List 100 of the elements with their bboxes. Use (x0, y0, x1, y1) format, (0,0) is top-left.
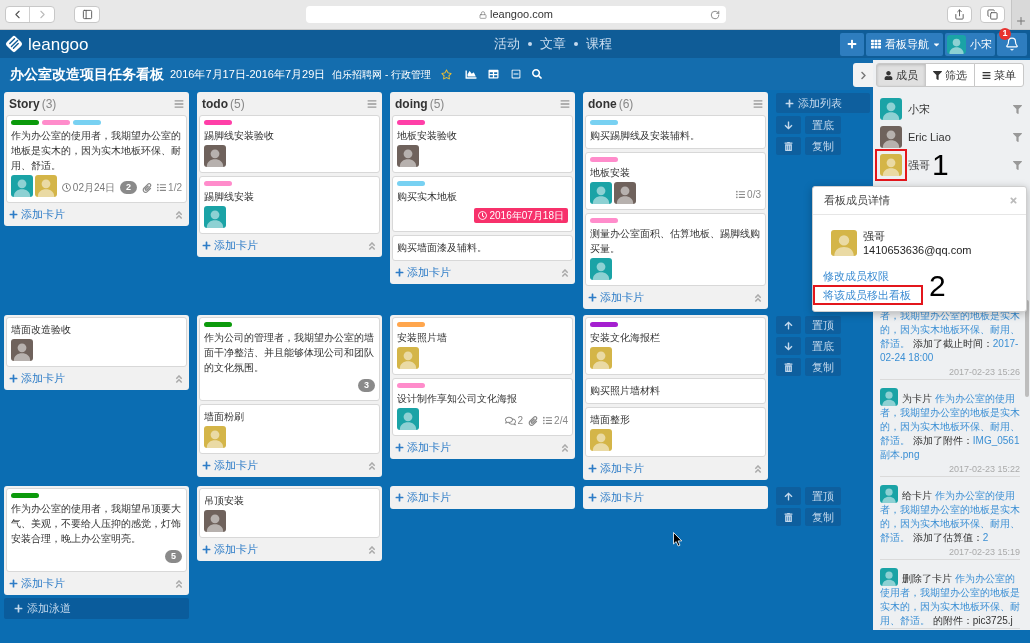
panel-tab[interactable]: 菜单 (974, 63, 1024, 87)
add-card-button[interactable]: 添加卡片 (9, 370, 65, 387)
task-card[interactable]: 吊顶安装 (199, 488, 380, 538)
checklist-icon (157, 183, 167, 192)
search-icon[interactable] (532, 69, 543, 79)
add-card-button[interactable]: 添加卡片 (588, 489, 644, 506)
add-card-button[interactable]: 添加卡片 (588, 289, 644, 306)
checklist-count: 2/4 (554, 414, 568, 427)
add-card-button[interactable]: 添加卡片 (202, 237, 258, 254)
double-chevron-up-icon[interactable] (174, 209, 184, 220)
add-lane-button[interactable]: 添加泳道 (4, 598, 189, 619)
task-card[interactable]: 地板安装验收 (392, 115, 573, 173)
reload-icon[interactable] (710, 9, 720, 20)
activity-time: 2017-02-23 15:26 (948, 366, 1020, 379)
pin-top-button[interactable]: 置顶 (805, 316, 841, 334)
address-field[interactable]: leangoo.com (306, 6, 726, 23)
card-title: 测量办公室面积、估算地板、踢脚线购买量。 (590, 227, 761, 256)
card-title: 踢脚线安装 (204, 190, 254, 204)
add-card-button[interactable]: 添加卡片 (588, 460, 644, 477)
copy-lane-button[interactable]: 复制 (805, 358, 841, 376)
tabs-button[interactable] (980, 6, 1005, 23)
add-list-button[interactable]: 添加列表 (776, 93, 870, 113)
task-card[interactable]: 购买踢脚线及安装辅料。 (585, 115, 766, 149)
panel-tab[interactable]: 成员 (876, 63, 926, 87)
pin-bottom-button[interactable]: 置底 (805, 116, 841, 134)
task-card[interactable]: 墙面改造验收 (6, 317, 187, 367)
add-card-button[interactable]: 添加卡片 (202, 457, 258, 474)
star-icon[interactable] (441, 68, 453, 80)
user-icon (884, 70, 893, 80)
user-menu-button[interactable]: 小宋 (945, 32, 995, 56)
member-name[interactable]: 小宋 (908, 100, 930, 118)
nav-link[interactable]: 文章 (539, 34, 566, 54)
add-card-button[interactable]: 添加卡片 (9, 575, 65, 592)
task-card[interactable]: 购买墙面漆及辅料。 (392, 235, 573, 261)
task-card[interactable]: 安装照片墙 (392, 317, 573, 375)
double-chevron-up-icon[interactable] (174, 373, 184, 384)
delete-lane-button[interactable] (776, 508, 801, 526)
filter-icon[interactable] (1013, 160, 1022, 170)
double-chevron-up-icon[interactable] (753, 292, 763, 303)
menu-icon[interactable] (753, 98, 763, 109)
plus-icon (9, 210, 18, 219)
move-down-button[interactable] (776, 116, 801, 134)
popup-title: 看板成员详情 (824, 193, 890, 209)
add-card-button[interactable]: 添加卡片 (9, 206, 65, 223)
add-card-button[interactable]: 添加卡片 (395, 264, 451, 281)
task-card[interactable]: 墙面粉刷 (199, 404, 380, 454)
panel-tab[interactable]: 筛选 (925, 63, 975, 87)
pin-bottom-button[interactable]: 置底 (805, 337, 841, 355)
member-action-link[interactable]: 将该成员移出看板 (813, 285, 923, 305)
copy-lane-button[interactable]: 复制 (805, 137, 841, 155)
task-card[interactable]: 作为办公室的使用者，我期望办公室的地板是实木的，因为实木地板环保、耐用、舒适。 02月24日 2 1/2 (6, 115, 187, 203)
plus-icon (395, 493, 404, 502)
task-card[interactable]: 踢脚线安装 (199, 176, 380, 234)
share-button[interactable] (947, 6, 972, 23)
task-card[interactable]: 安装文化海报栏 (585, 317, 766, 375)
area-chart-icon[interactable] (465, 68, 478, 80)
double-chevron-up-icon[interactable] (367, 544, 377, 555)
pin-top-button[interactable]: 置顶 (805, 487, 841, 505)
collapse-panel-button[interactable] (853, 63, 873, 87)
new-tab-button[interactable] (1011, 0, 1030, 29)
move-up-button[interactable] (776, 487, 801, 505)
add-card-button[interactable]: 添加卡片 (202, 541, 258, 558)
sidebar-button[interactable] (74, 6, 100, 23)
double-chevron-up-icon[interactable] (560, 442, 570, 453)
filter-icon[interactable] (1013, 132, 1022, 142)
move-down-button[interactable] (776, 337, 801, 355)
member-name[interactable]: 强哥 (908, 156, 930, 174)
task-card[interactable]: 购买实木地板 2016年07月18日 (392, 176, 573, 232)
nav-link[interactable]: 课程 (585, 34, 612, 54)
delete-lane-button[interactable] (776, 137, 801, 155)
scrollbar-thumb[interactable] (1025, 300, 1029, 397)
add-card-button[interactable]: 添加卡片 (395, 489, 451, 506)
menu-icon[interactable] (367, 98, 377, 109)
task-card[interactable]: 测量办公室面积、估算地板、踢脚线购买量。 (585, 213, 766, 286)
double-chevron-up-icon[interactable] (367, 460, 377, 471)
table-icon[interactable] (488, 69, 500, 79)
task-card[interactable]: 作为办公室的使用者，我期望吊顶要大气、美观，不要给人压抑的感觉，灯饰安装合理，晚上办公室明亮。 5 (6, 488, 187, 572)
double-chevron-up-icon[interactable] (367, 240, 377, 251)
task-card[interactable]: 墙面整形 (585, 407, 766, 457)
menu-icon[interactable] (174, 98, 184, 109)
task-card[interactable]: 作为公司的管理者，我期望办公室的墙面干净整洁、并且能够体现公司和团队的文化氛围。 3 (199, 317, 380, 401)
filter-icon[interactable] (1013, 104, 1022, 114)
task-card[interactable]: 购买照片墙材料 (585, 378, 766, 404)
add-card-button[interactable]: 添加卡片 (395, 439, 451, 456)
task-card[interactable]: 地板安装 0/3 (585, 152, 766, 210)
menu-icon[interactable] (560, 98, 570, 109)
board-nav-button[interactable]: 看板导航 (866, 32, 943, 56)
member-name[interactable]: Eric Liao (908, 128, 951, 146)
member-action-link[interactable]: 修改成员权限 (813, 267, 899, 285)
copy-lane-button[interactable]: 复制 (805, 508, 841, 526)
task-card[interactable]: 设计制作享知公司文化海报 2 2/4 (392, 378, 573, 436)
delete-lane-button[interactable] (776, 358, 801, 376)
double-chevron-up-icon[interactable] (174, 578, 184, 589)
double-chevron-up-icon[interactable] (753, 463, 763, 474)
task-card[interactable]: 踢脚线安装验收 (199, 115, 380, 173)
close-icon[interactable] (1009, 196, 1018, 205)
nav-link[interactable]: 活动 (493, 34, 520, 54)
add-button[interactable] (840, 32, 864, 56)
double-chevron-up-icon[interactable] (560, 267, 570, 278)
move-up-button[interactable] (776, 316, 801, 334)
